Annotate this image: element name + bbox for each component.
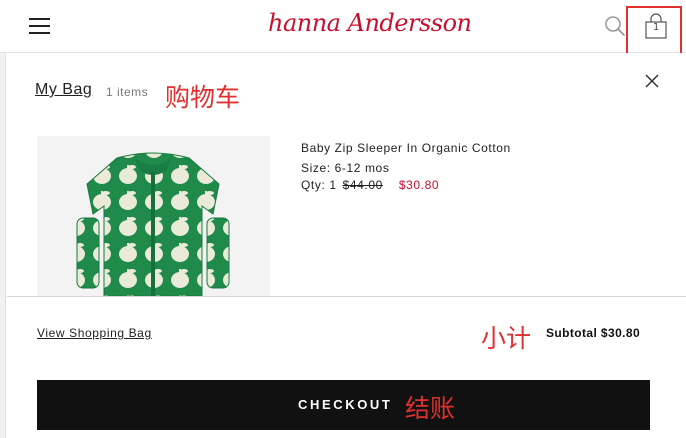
mini-bag-panel: My Bag 1 items 购物车 Baby Zip Sleeper In O… <box>7 53 686 438</box>
annotation-checkout: 结账 <box>405 394 456 423</box>
product-name[interactable]: Baby Zip Sleeper In Organic Cotton <box>301 141 511 155</box>
page-background-gutter <box>0 53 6 438</box>
view-shopping-bag-link[interactable]: View Shopping Bag <box>37 326 152 340</box>
annotation-cart: 购物车 <box>165 83 241 112</box>
product-qty-price-row: Qty: 1 $44.00 $30.80 <box>301 178 439 192</box>
site-header: hanna Andersson 1 <box>0 0 686 57</box>
item-count: 1 items <box>106 85 149 99</box>
checkout-button[interactable]: CHECKOUT 结账 <box>37 380 650 430</box>
search-icon[interactable] <box>604 15 626 37</box>
my-bag-title[interactable]: My Bag <box>35 81 92 99</box>
divider <box>7 296 686 297</box>
product-qty: Qty: 1 <box>301 178 337 192</box>
baby-sleeper-illustration <box>37 136 270 296</box>
subtotal: Subtotal $30.80 <box>546 326 641 340</box>
checkout-button-label: CHECKOUT <box>298 397 393 412</box>
close-icon[interactable] <box>643 72 661 90</box>
brand-logo[interactable]: hanna Andersson <box>268 9 472 37</box>
sale-price: $30.80 <box>398 178 440 192</box>
product-size: Size: 6-12 mos <box>301 161 390 175</box>
product-image[interactable] <box>37 136 270 296</box>
annotation-subtotal: 小计 <box>481 324 532 353</box>
hamburger-menu-icon[interactable] <box>29 16 51 36</box>
bag-count-badge: 1 <box>653 22 660 33</box>
original-price: $44.00 <box>342 178 383 192</box>
